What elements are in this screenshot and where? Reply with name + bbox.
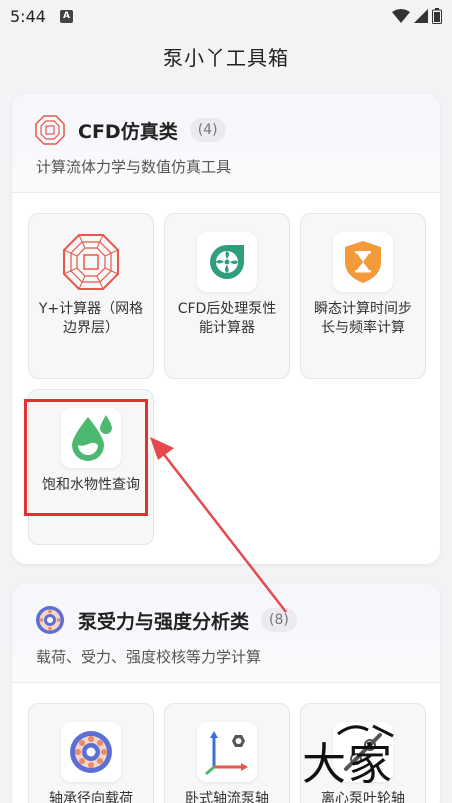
section-title: 泵受力与强度分析类 [78, 610, 250, 633]
mesh-octagon-icon [34, 114, 66, 146]
tile-label: 瞬态计算时间步长与频率计算 [314, 301, 412, 336]
tile-label: 卧式轴流泵轴 [185, 791, 269, 803]
hourglass-shield-icon [333, 232, 393, 292]
tile-yplus-calculator[interactable]: Y+计算器（网格边界层） [28, 213, 154, 379]
status-indicators [392, 8, 442, 24]
status-time: 5:44 [10, 6, 46, 26]
water-drop-icon [61, 408, 121, 468]
tile-cfd-postprocess[interactable]: CFD后处理泵性能计算器 [164, 213, 290, 379]
notification-icon: A [59, 9, 73, 23]
tile-label: CFD后处理泵性能计算器 [177, 301, 277, 336]
pump-fan-icon [197, 232, 257, 292]
bearing-icon [34, 604, 66, 636]
watermark-text: 大家 [302, 739, 394, 790]
mesh-octagon-icon [61, 232, 121, 292]
section-cfd: CFD仿真类 (4) 计算流体力学与数值仿真工具 Y+计算器（网格边界层） CF… [12, 94, 440, 564]
tile-horizontal-axial-pump[interactable]: 卧式轴流泵轴 [164, 703, 290, 803]
section-subtitle: 载荷、受力、强度校核等力学计算 [36, 648, 262, 666]
status-bar: 5:44 A [0, 0, 452, 32]
section-title: CFD仿真类 [78, 120, 178, 143]
section-count-badge: (4) [189, 118, 226, 142]
wifi-icon [392, 9, 410, 23]
axis-nut-icon [197, 722, 257, 782]
signal-icon [414, 9, 428, 23]
battery-icon [432, 8, 442, 24]
section-subtitle: 计算流体力学与数值仿真工具 [36, 158, 232, 176]
section-cfd-header: CFD仿真类 (4) 计算流体力学与数值仿真工具 [12, 94, 440, 193]
section-count-badge: (8) [261, 608, 297, 632]
tile-saturated-water[interactable]: 饱和水物性查询 [28, 389, 154, 545]
bearing-icon [61, 722, 121, 782]
section-force-header: 泵受力与强度分析类 (8) 载荷、受力、强度校核等力学计算 [12, 584, 440, 683]
tile-label: 饱和水物性查询 [42, 477, 140, 493]
tile-bearing-load[interactable]: 轴承径向载荷 [28, 703, 154, 803]
tile-label: Y+计算器（网格边界层） [38, 301, 144, 336]
tile-label: 轴承径向载荷 [49, 791, 133, 803]
page-title: 泵小丫工具箱 [163, 46, 289, 70]
tile-transient-timestep[interactable]: 瞬态计算时间步长与频率计算 [300, 213, 426, 379]
